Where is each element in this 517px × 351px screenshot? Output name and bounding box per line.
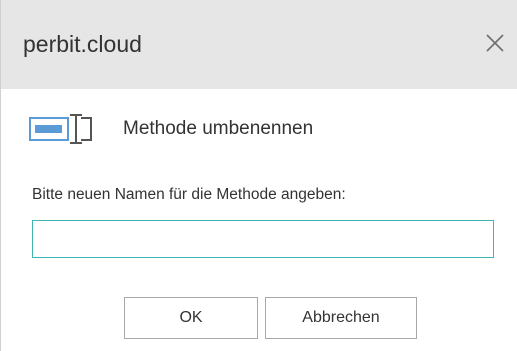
dialog-titlebar: perbit.cloud (1, 0, 517, 89)
new-name-label: Bitte neuen Namen für die Methode angebe… (32, 186, 346, 203)
close-button[interactable] (480, 26, 510, 60)
rename-method-dialog: perbit.cloud Methode umbenennen Bitte ne… (0, 0, 517, 351)
dialog-title: perbit.cloud (23, 31, 142, 57)
rename-field-icon (29, 114, 92, 144)
cancel-button[interactable]: Abbrechen (265, 297, 417, 339)
dialog-header: Methode umbenennen (29, 112, 313, 146)
dialog-heading: Methode umbenennen (123, 118, 314, 139)
ok-button[interactable]: OK (124, 297, 258, 339)
method-name-input[interactable] (32, 220, 494, 258)
close-icon (486, 34, 504, 52)
